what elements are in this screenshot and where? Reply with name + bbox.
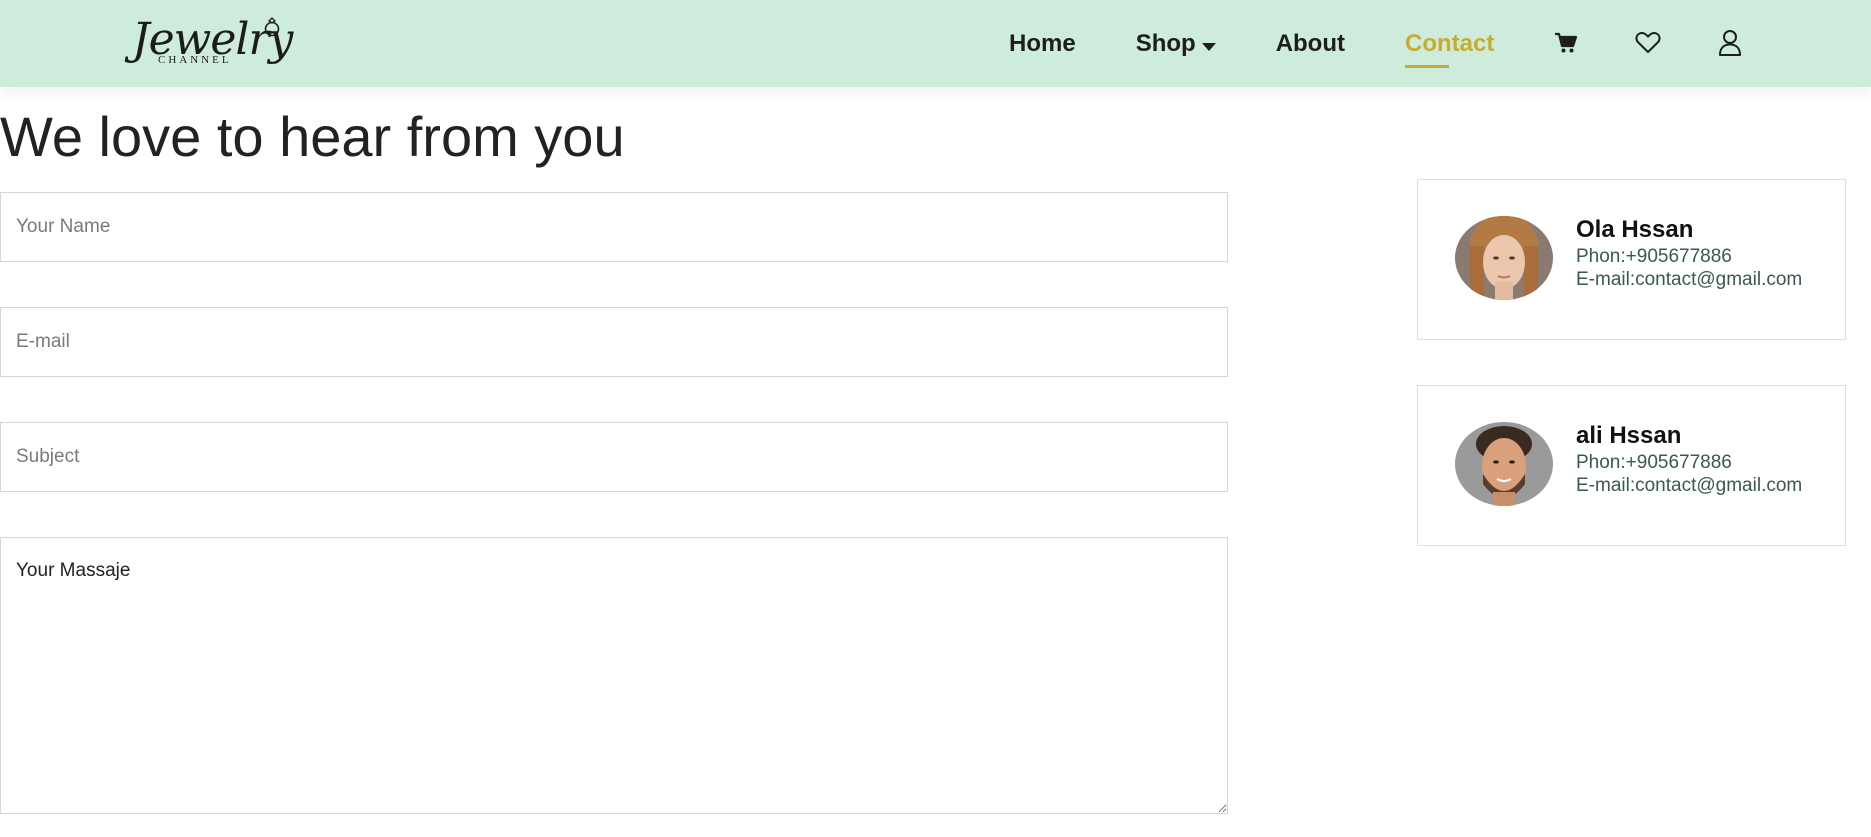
avatar — [1455, 216, 1553, 300]
nav-home-link[interactable]: Home — [1009, 30, 1076, 58]
page-title: We love to hear from you — [0, 105, 625, 168]
contact-email: E-mail:contact@gmail.com — [1576, 269, 1803, 290]
chevron-down-icon — [1201, 42, 1216, 51]
wishlist-button[interactable] — [1633, 28, 1663, 58]
nav-shop-label: Shop — [1135, 29, 1196, 57]
avatar — [1455, 422, 1553, 506]
contact-phone: Phon:+905677886 — [1576, 246, 1732, 267]
nav-shop-link[interactable]: Shop — [1136, 30, 1216, 58]
main-nav: Home Shop About Contact — [1009, 0, 1554, 87]
nav-contact-label: Contact — [1405, 29, 1495, 57]
logo-sub-text: CHANNEL — [158, 54, 232, 66]
contact-card: Ola Hssan Phon:+905677886 E-mail:contact… — [1417, 179, 1846, 340]
contact-phone: Phon:+905677886 — [1576, 452, 1732, 473]
top-navbar: Jewelry CHANNEL Home Shop About Contact — [0, 0, 1871, 87]
brand-logo[interactable]: Jewelry CHANNEL — [130, 14, 293, 74]
nav-about-link[interactable]: About — [1276, 30, 1345, 58]
nav-home-label: Home — [1009, 29, 1076, 57]
subject-input[interactable] — [0, 422, 1228, 492]
nav-contact-link[interactable]: Contact — [1405, 29, 1495, 68]
avatar-photo — [1455, 422, 1553, 506]
name-input[interactable] — [0, 192, 1228, 262]
ring-icon — [264, 17, 280, 37]
account-button[interactable] — [1715, 28, 1745, 58]
nav-about-label: About — [1275, 29, 1345, 57]
heart-icon — [1635, 32, 1661, 53]
cart-icon — [1555, 32, 1578, 53]
contact-card: ali Hssan Phon:+905677886 E-mail:contact… — [1417, 385, 1846, 546]
contact-email: E-mail:contact@gmail.com — [1576, 475, 1803, 496]
email-input[interactable] — [0, 307, 1228, 377]
contact-name: Ola Hssan — [1576, 216, 1694, 243]
user-icon — [1719, 30, 1741, 56]
message-textarea[interactable] — [0, 537, 1228, 814]
contact-name: ali Hssan — [1576, 422, 1682, 449]
avatar-photo — [1455, 216, 1553, 300]
cart-button[interactable] — [1551, 28, 1581, 58]
